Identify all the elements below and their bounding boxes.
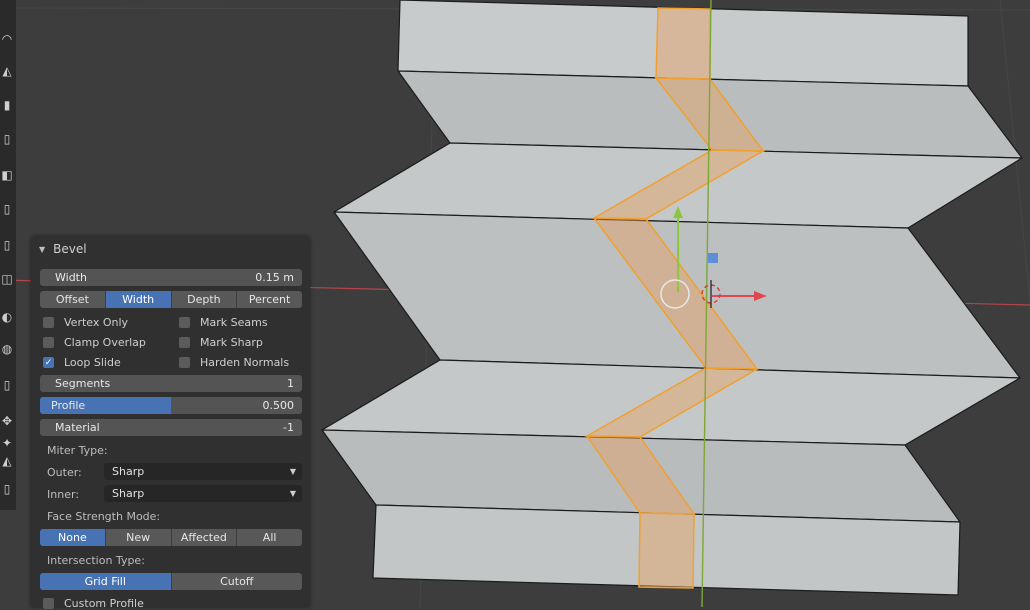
checkbox-box[interactable] <box>179 357 190 368</box>
material-value: -1 <box>283 421 294 434</box>
custom-profile-checkbox[interactable]: Custom Profile <box>43 597 144 610</box>
gizmo-plane-handle <box>708 253 718 263</box>
clamp-overlap-label: Clamp Overlap <box>64 336 146 349</box>
width-type-offset[interactable]: Offset <box>40 291 106 308</box>
width-type-percent[interactable]: Percent <box>237 291 302 308</box>
miter-type-label: Miter Type: <box>47 444 108 457</box>
mark-seams-checkbox[interactable]: Mark Seams <box>179 316 268 329</box>
intersection-type-selector: Grid Fill Cutoff <box>40 573 302 590</box>
bevel-icon[interactable]: ▯ <box>0 198 14 220</box>
panel-header[interactable]: ▼ Bevel <box>39 241 87 257</box>
profile-slider[interactable]: Profile 0.500 <box>40 397 302 414</box>
extrude-region-icon[interactable]: ▯ <box>0 128 14 150</box>
checkmark-icon[interactable]: ✓ <box>43 357 54 368</box>
segments-value: 1 <box>287 377 294 390</box>
width-type-depth[interactable]: Depth <box>172 291 238 308</box>
face-strength-affected[interactable]: Affected <box>172 529 238 546</box>
checkbox-box[interactable] <box>43 317 54 328</box>
spin-icon[interactable]: ◍ <box>0 338 14 360</box>
profile-value: 0.500 <box>262 399 295 412</box>
width-type-width[interactable]: Width <box>105 291 172 308</box>
face-strength-label: Face Strength Mode: <box>47 510 161 523</box>
face-strength-all[interactable]: All <box>237 529 302 546</box>
outer-label: Outer: <box>47 466 82 479</box>
checkbox-box[interactable] <box>179 337 190 348</box>
chevron-down-icon: ▼ <box>289 489 296 498</box>
profile-label: Profile <box>51 399 86 412</box>
intersection-type-label: Intersection Type: <box>47 554 145 567</box>
annulus-icon[interactable]: ◭ <box>0 60 14 82</box>
harden-normals-label: Harden Normals <box>200 356 290 369</box>
custom-profile-label: Custom Profile <box>64 597 144 610</box>
clamp-overlap-checkbox[interactable]: Clamp Overlap <box>43 336 146 349</box>
face-strength-none[interactable]: None <box>40 529 106 546</box>
face-strength-new[interactable]: New <box>106 529 172 546</box>
mark-seams-label: Mark Seams <box>200 316 268 329</box>
segments-label: Segments <box>55 377 111 390</box>
inner-miter-value: Sharp <box>112 487 145 500</box>
poly-build-icon[interactable]: ◐ <box>0 306 14 328</box>
inner-label: Inner: <box>47 488 79 501</box>
width-value: 0.15 m <box>255 271 294 284</box>
mark-sharp-label: Mark Sharp <box>200 336 263 349</box>
mark-sharp-checkbox[interactable]: Mark Sharp <box>179 336 263 349</box>
edge-slide-icon[interactable]: ✥ <box>0 410 14 432</box>
bevel-operator-panel: ▼ Bevel Width 0.15 m Offset Width Depth … <box>31 236 310 610</box>
inset-icon[interactable]: ◧ <box>0 164 14 186</box>
collapse-triangle-icon[interactable]: ▼ <box>39 245 45 254</box>
knife-icon[interactable]: ◫ <box>0 268 14 290</box>
loop-cut-icon[interactable]: ▯ <box>0 234 14 256</box>
vertex-only-label: Vertex Only <box>64 316 129 329</box>
width-type-selector: Offset Width Depth Percent <box>40 291 302 308</box>
intersection-grid-fill[interactable]: Grid Fill <box>40 573 172 590</box>
panel-title: Bevel <box>53 242 87 256</box>
chevron-down-icon: ▼ <box>289 467 296 476</box>
segments-field[interactable]: Segments 1 <box>40 375 302 392</box>
material-label: Material <box>55 421 100 434</box>
inner-miter-dropdown[interactable]: Sharp ▼ <box>104 485 302 502</box>
shear-icon[interactable]: ◭ <box>0 450 14 472</box>
outer-miter-dropdown[interactable]: Sharp ▼ <box>104 463 302 480</box>
cube-icon[interactable]: ▯ <box>0 478 14 500</box>
selected-face <box>655 7 711 80</box>
outer-miter-value: Sharp <box>112 465 145 478</box>
loop-slide-label: Loop Slide <box>64 356 121 369</box>
face-strength-selector: None New Affected All <box>40 529 302 546</box>
material-field[interactable]: Material -1 <box>40 419 302 436</box>
vertex-only-checkbox[interactable]: Vertex Only <box>43 316 128 329</box>
width-field[interactable]: Width 0.15 m <box>40 269 302 286</box>
checkbox-box[interactable] <box>43 337 54 348</box>
curve-icon[interactable]: ◠ <box>0 28 14 50</box>
width-label: Width <box>55 271 87 284</box>
selected-face <box>638 512 695 589</box>
tool-shelf: ◠ ◭ ▮ ▯ ◧ ▯ ▯ ◫ ◐ ◍ ▯ ✥ ✦ ◭ ▯ <box>0 0 16 510</box>
checkbox-box[interactable] <box>179 317 190 328</box>
extrude-icon[interactable]: ▮ <box>0 94 14 116</box>
checkbox-box[interactable] <box>43 598 54 609</box>
loop-slide-checkbox[interactable]: ✓ Loop Slide <box>43 356 121 369</box>
intersection-cutoff[interactable]: Cutoff <box>172 573 303 590</box>
harden-normals-checkbox[interactable]: Harden Normals <box>179 356 289 369</box>
smooth-icon[interactable]: ▯ <box>0 374 14 396</box>
